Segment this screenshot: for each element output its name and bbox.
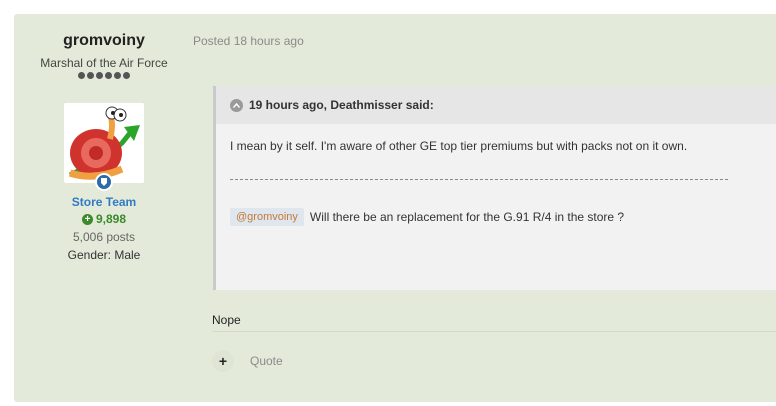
- reputation-value: 9,898: [95, 212, 127, 226]
- rank-pip: [123, 72, 130, 79]
- author-rank-title: Marshal of the Air Force: [40, 56, 168, 70]
- member-group: Store Team: [71, 195, 137, 209]
- post-timestamp[interactable]: Posted 18 hours ago: [193, 34, 304, 48]
- quote-header[interactable]: 19 hours ago, Deathmisser said:: [216, 86, 776, 124]
- divider: [212, 331, 776, 332]
- post-content: Nope: [212, 313, 241, 327]
- quote-button[interactable]: Quote: [250, 354, 283, 368]
- rank-pip: [105, 72, 112, 79]
- mention-link[interactable]: @gromvoiny: [230, 208, 304, 226]
- forum-post: gromvoiny Marshal of the Air Force Store…: [14, 14, 776, 402]
- avatar[interactable]: [64, 103, 144, 183]
- avatar-container: [64, 103, 144, 191]
- quote-citation: 19 hours ago, Deathmisser said:: [249, 98, 434, 112]
- rank-pip: [87, 72, 94, 79]
- rank-pip: [96, 72, 103, 79]
- author-panel: gromvoiny Marshal of the Air Force Store…: [38, 30, 170, 262]
- post-actions: + Quote: [212, 350, 283, 372]
- rank-pip: [78, 72, 85, 79]
- snail-avatar-icon: [64, 103, 144, 183]
- author-name[interactable]: gromvoiny: [38, 32, 170, 50]
- author-gender: Gender: Male: [67, 248, 141, 262]
- rank-pips: [38, 72, 170, 79]
- quote-text: I mean by it self. I'm aware of other GE…: [230, 139, 688, 153]
- quote-separator: [230, 179, 728, 180]
- post-count: 5,006 posts: [72, 230, 136, 244]
- chevron-up-icon[interactable]: [230, 98, 243, 112]
- multiquote-button[interactable]: +: [212, 350, 234, 372]
- staff-badge-icon: [95, 173, 113, 191]
- quote-text: @gromvoiny Will there be an replacement …: [230, 208, 776, 226]
- quote-block: 19 hours ago, Deathmisser said: I mean b…: [213, 86, 776, 290]
- reputation-plus-icon: +: [81, 213, 93, 225]
- quote-question: Will there be an replacement for the G.9…: [309, 210, 625, 224]
- reputation: + 9,898: [38, 212, 170, 226]
- quote-body: I mean by it self. I'm aware of other GE…: [216, 139, 776, 226]
- rank-pip: [114, 72, 121, 79]
